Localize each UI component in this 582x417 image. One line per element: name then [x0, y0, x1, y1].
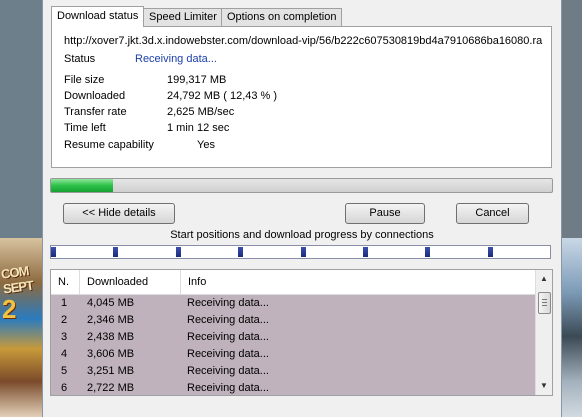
row-number: 2 [61, 314, 68, 326]
table-row[interactable]: 1 4,045 MB Receiving data... [51, 295, 535, 312]
column-header-downloaded[interactable]: Downloaded [80, 270, 181, 294]
row-downloaded: 2,346 MB [87, 314, 135, 326]
status-label: Status [64, 53, 96, 65]
row-downloaded: 4,045 MB [87, 297, 135, 309]
resume-capability-label: Resume capability [64, 139, 154, 151]
row-info: Receiving data... [187, 297, 269, 309]
table-row[interactable]: 2 2,346 MB Receiving data... [51, 312, 535, 329]
download-window: Download status Speed Limiter Options on… [42, 0, 562, 417]
wallpaper-text: COM SEPT [0, 263, 34, 297]
row-downloaded: 3,606 MB [87, 348, 135, 360]
transfer-rate-label: Transfer rate [64, 106, 127, 118]
connection-start-marker [363, 247, 368, 257]
wallpaper-year: 2 [2, 294, 17, 324]
connection-start-marker [113, 247, 118, 257]
pause-button[interactable]: Pause [345, 203, 425, 224]
connections-list: N. Downloaded Info 1 4,045 MB Receiving … [50, 269, 553, 396]
scroll-up-arrow-icon[interactable]: ▲ [536, 272, 552, 286]
hide-details-button[interactable]: << Hide details [63, 203, 175, 224]
table-row[interactable]: 6 2,722 MB Receiving data... [51, 380, 535, 395]
cancel-button[interactable]: Cancel [456, 203, 529, 224]
transfer-rate-value: 2,625 MB/sec [167, 106, 235, 118]
connections-title: Start positions and download progress by… [170, 229, 434, 241]
connection-start-marker [488, 247, 493, 257]
time-left-value: 1 min 12 sec [167, 122, 230, 134]
desktop-wallpaper-art-left: COM SEPT 2 [0, 238, 42, 417]
tab-options-on-completion[interactable]: Options on completion [221, 8, 343, 26]
row-number: 4 [61, 348, 68, 360]
row-downloaded: 2,722 MB [87, 382, 135, 394]
resume-capability-value: Yes [197, 139, 215, 151]
column-header-info[interactable]: Info [181, 270, 535, 294]
list-header: N. Downloaded Info [51, 270, 535, 295]
row-number: 1 [61, 297, 68, 309]
overall-progress-bar [50, 178, 553, 193]
row-number: 3 [61, 331, 68, 343]
table-row[interactable]: 4 3,606 MB Receiving data... [51, 346, 535, 363]
downloaded-value: 24,792 MB ( 12,43 % ) [167, 90, 278, 102]
connections-progress-bar [50, 245, 551, 259]
tab-download-status[interactable]: Download status [51, 6, 145, 27]
downloaded-label: Downloaded [64, 90, 126, 102]
file-size-label: File size [64, 74, 105, 86]
row-number: 5 [61, 365, 68, 377]
time-left-label: Time left [64, 122, 106, 134]
row-info: Receiving data... [187, 314, 269, 326]
scroll-thumb[interactable] [538, 292, 551, 314]
row-info: Receiving data... [187, 331, 269, 343]
row-downloaded: 3,251 MB [87, 365, 135, 377]
table-row[interactable]: 5 3,251 MB Receiving data... [51, 363, 535, 380]
tab-speed-limiter[interactable]: Speed Limiter [143, 8, 223, 26]
row-number: 6 [61, 382, 68, 394]
connection-start-marker [176, 247, 181, 257]
row-info: Receiving data... [187, 382, 269, 394]
scroll-down-arrow-icon[interactable]: ▼ [536, 379, 552, 393]
file-size-value: 199,317 MB [167, 74, 227, 86]
column-header-n[interactable]: N. [51, 270, 80, 294]
connection-start-marker [425, 247, 430, 257]
row-info: Receiving data... [187, 348, 269, 360]
table-row[interactable]: 3 2,438 MB Receiving data... [51, 329, 535, 346]
connection-start-marker [51, 247, 56, 257]
download-url: http://xover7.jkt.3d.x.indowebster.com/d… [64, 35, 543, 47]
download-status-panel: http://xover7.jkt.3d.x.indowebster.com/d… [51, 26, 552, 168]
row-info: Receiving data... [187, 365, 269, 377]
connection-start-marker [238, 247, 243, 257]
status-value: Receiving data... [135, 53, 217, 65]
list-scrollbar[interactable]: ▲ ▼ [535, 270, 552, 395]
row-downloaded: 2,438 MB [87, 331, 135, 343]
connection-start-marker [301, 247, 306, 257]
progress-fill [51, 179, 114, 192]
